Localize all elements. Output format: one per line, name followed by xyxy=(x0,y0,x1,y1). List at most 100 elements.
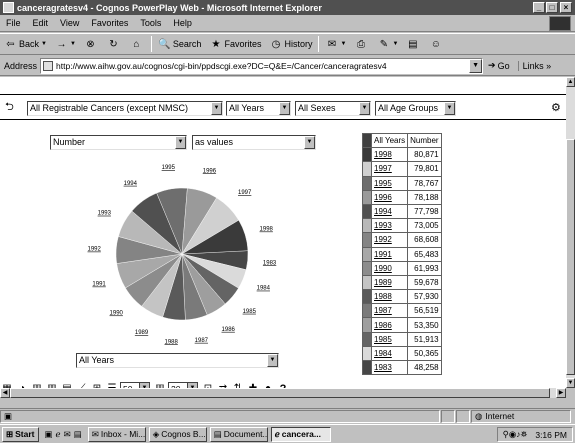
maximize-button[interactable]: □ xyxy=(546,2,558,13)
menu-help[interactable]: Help xyxy=(167,18,198,28)
year-link[interactable]: 1992 xyxy=(370,232,409,248)
address-dropdown-icon[interactable]: ▼ xyxy=(469,58,483,73)
pie-label-1993[interactable]: 1993 xyxy=(98,211,112,217)
desktop-icon[interactable]: ▣ xyxy=(45,429,53,440)
scroll-down-icon[interactable]: ▼ xyxy=(566,378,575,388)
ie-icon[interactable]: ℯ xyxy=(56,429,61,440)
minimize-button[interactable]: _ xyxy=(533,2,545,13)
year-link[interactable]: 1995 xyxy=(370,175,409,191)
options-icon[interactable]: ⚙ xyxy=(551,102,561,114)
year-link[interactable]: 1989 xyxy=(370,274,409,291)
pie-label-1991[interactable]: 1991 xyxy=(92,282,106,288)
pie-label-1997[interactable]: 1997 xyxy=(238,190,252,196)
discuss-button[interactable]: ▤ xyxy=(402,38,425,51)
display-mode-select[interactable]: as values ▼ xyxy=(192,135,316,150)
forward-dropdown-icon[interactable]: ▼ xyxy=(70,41,76,47)
legend-swatch xyxy=(362,303,372,319)
divider-line xyxy=(0,119,566,120)
scroll-right-icon[interactable]: ▶ xyxy=(556,388,566,398)
refresh-button[interactable]: ↻ xyxy=(103,38,126,51)
pie-label-1984[interactable]: 1984 xyxy=(257,286,271,292)
back-dropdown-icon[interactable]: ▼ xyxy=(41,41,47,47)
home-button[interactable]: ⌂ xyxy=(126,38,149,51)
pie-label-1987[interactable]: 1987 xyxy=(195,338,209,344)
system-tray: ⚲◉♪⛯ 3:16 PM xyxy=(496,427,573,442)
pie-label-1985[interactable]: 1985 xyxy=(243,309,257,315)
status-bar: ▣ ◍ Internet xyxy=(0,408,575,423)
table-header-number[interactable]: Number xyxy=(407,132,442,149)
year-link[interactable]: 1996 xyxy=(370,189,409,205)
explorer-toggle-icon[interactable]: ⮌ xyxy=(5,101,14,113)
scroll-left-icon[interactable]: ◀ xyxy=(0,388,10,398)
title-bar[interactable]: canceragratesv4 - Cognos PowerPlay Web -… xyxy=(0,0,575,15)
ie-app-icon[interactable] xyxy=(3,2,14,13)
pie-label-1992[interactable]: 1992 xyxy=(87,247,101,253)
year-filter-select[interactable]: All Years ▼ xyxy=(226,101,291,116)
menu-favorites[interactable]: Favorites xyxy=(85,18,134,28)
horizontal-scroll-thumb[interactable] xyxy=(10,388,550,398)
horizontal-scrollbar[interactable]: ◀ ▶ xyxy=(0,388,566,398)
outlook-icon[interactable]: ✉ xyxy=(64,429,71,440)
pie-label-1995[interactable]: 1995 xyxy=(162,165,176,171)
stop-icon: ⊗ xyxy=(86,38,95,50)
year-link[interactable]: 1998 xyxy=(370,147,409,163)
edit-button[interactable]: ✎ ▼ xyxy=(373,38,402,51)
pie-label-1986[interactable]: 1986 xyxy=(222,327,236,333)
favorites-button[interactable]: ★ Favorites xyxy=(205,38,265,51)
menu-tools[interactable]: Tools xyxy=(134,18,167,28)
year-link[interactable]: 1986 xyxy=(370,317,409,333)
year-link[interactable]: 1985 xyxy=(370,331,409,347)
table-header-years[interactable]: All Years xyxy=(370,132,409,149)
year-link[interactable]: 1987 xyxy=(370,303,409,319)
year-link[interactable]: 1997 xyxy=(370,161,409,177)
tray-icons[interactable]: ⚲◉♪⛯ xyxy=(503,429,528,440)
vertical-scrollbar[interactable]: ▲ ▼ xyxy=(566,77,575,388)
menu-edit[interactable]: Edit xyxy=(27,18,55,28)
print-button[interactable]: ⎙ xyxy=(350,38,373,51)
pie-label-1988[interactable]: 1988 xyxy=(165,339,179,345)
address-input[interactable]: http://www.aihw.gov.au/cognos/cgi-bin/pp… xyxy=(40,57,484,74)
task-cognos[interactable]: ◈ Cognos B... xyxy=(148,426,207,442)
pie-label-1994[interactable]: 1994 xyxy=(124,181,138,187)
cancer-filter-select[interactable]: All Registrable Cancers (except NMSC) ▼ xyxy=(27,101,223,116)
task-inbox[interactable]: ✉ Inbox - Mi... xyxy=(87,426,146,442)
windows-logo-icon xyxy=(549,16,571,31)
go-button[interactable]: ➔ Go xyxy=(488,60,510,71)
history-button[interactable]: ◷ History xyxy=(265,38,316,51)
pie-chart[interactable]: 1983 1984 1985 1986 1987 1988 1989 1990 1991 1992… xyxy=(84,163,298,353)
sex-filter-select[interactable]: All Sexes ▼ xyxy=(295,101,371,116)
year-link[interactable]: 1984 xyxy=(370,345,409,362)
year-link[interactable]: 1991 xyxy=(370,246,409,262)
year-link[interactable]: 1993 xyxy=(370,218,409,234)
search-button[interactable]: 🔍 Search xyxy=(154,38,206,51)
menu-file[interactable]: File xyxy=(0,18,27,28)
pie-label-1996[interactable]: 1996 xyxy=(203,168,217,174)
measure-select[interactable]: Number ▼ xyxy=(50,135,187,150)
task-cancera[interactable]: ℯ cancera... xyxy=(270,426,331,442)
year-dimension-select[interactable]: All Years ▼ xyxy=(76,353,279,368)
pie-label-1989[interactable]: 1989 xyxy=(135,330,149,336)
mail-button[interactable]: ✉ ▼ xyxy=(321,38,350,51)
messenger-button[interactable]: ☺ xyxy=(425,38,448,51)
age-filter-select[interactable]: All Age Groups ▼ xyxy=(375,101,456,116)
year-link[interactable]: 1988 xyxy=(370,289,409,305)
stop-button[interactable]: ⊗ xyxy=(80,38,103,51)
pie-label-1998[interactable]: 1998 xyxy=(260,227,274,233)
back-button[interactable]: ⇦ Back ▼ xyxy=(0,38,51,51)
explorer-icon[interactable]: ▤ xyxy=(74,429,82,440)
vertical-scroll-thumb[interactable] xyxy=(566,139,575,375)
pie-label-1983[interactable]: 1983 xyxy=(263,260,277,266)
pie-label-1990[interactable]: 1990 xyxy=(110,310,124,316)
year-link[interactable]: 1983 xyxy=(370,359,409,376)
menu-view[interactable]: View xyxy=(54,18,85,28)
table-row: 1984 50,365 xyxy=(362,345,442,362)
year-link[interactable]: 1994 xyxy=(370,203,409,220)
task-document[interactable]: ▤ Document... xyxy=(209,426,268,442)
start-button[interactable]: ⊞ Start xyxy=(2,426,39,442)
close-button[interactable]: × xyxy=(560,2,572,13)
table-row: 1998 80,871 xyxy=(362,147,442,163)
year-link[interactable]: 1990 xyxy=(370,260,409,276)
forward-button[interactable]: → ▼ xyxy=(51,38,80,51)
links-button[interactable]: Links » xyxy=(517,60,551,71)
scroll-up-icon[interactable]: ▲ xyxy=(566,77,575,87)
